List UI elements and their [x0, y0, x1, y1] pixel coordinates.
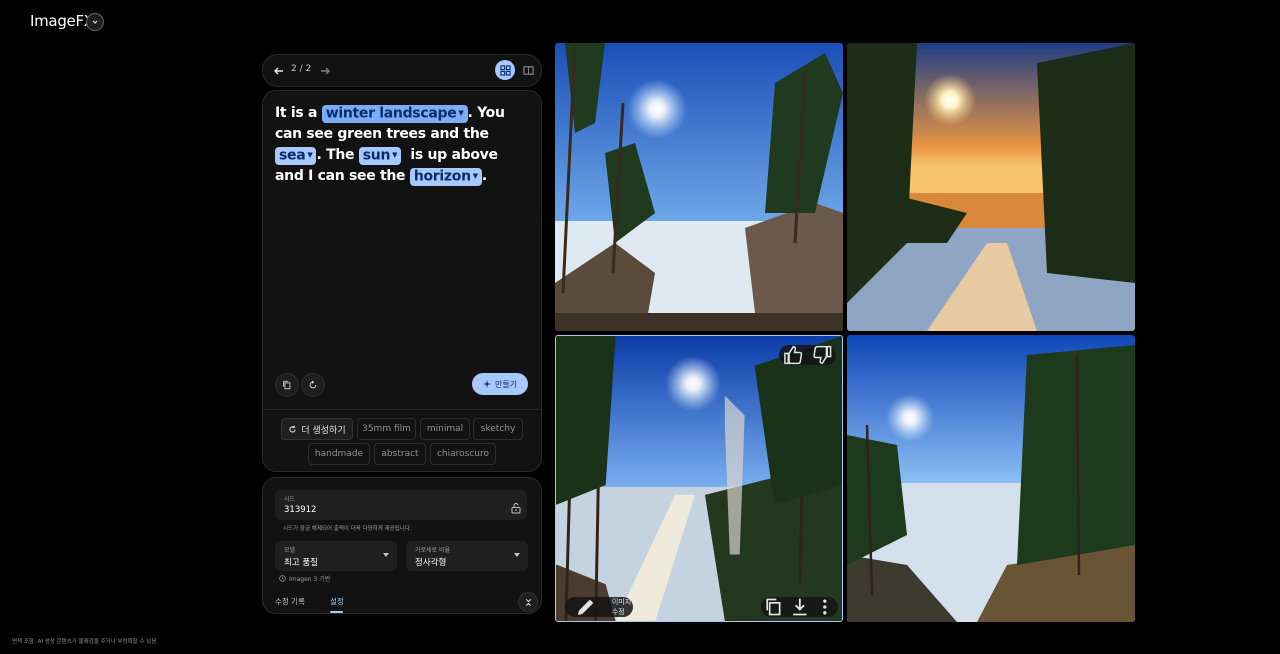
more-vert-icon[interactable]: [812, 597, 838, 617]
thumb-up-icon[interactable]: [779, 345, 808, 365]
tab-edit-history[interactable]: 수정 기록: [275, 596, 305, 607]
aspect-ratio-value: 정사각형: [415, 558, 447, 568]
frozen-bay-image: [847, 335, 1135, 622]
reset-icon: [309, 380, 317, 389]
app-title: ImageFX: [30, 12, 94, 30]
dropdown-arrow-icon: [514, 553, 520, 557]
arrow-back-icon: [274, 67, 283, 75]
chevron-down-icon: ▼: [307, 150, 313, 159]
style-chip[interactable]: chiaroscuro: [430, 443, 496, 465]
grid-view-toggle[interactable]: [495, 60, 515, 80]
winter-sunset-image: [847, 43, 1135, 331]
model-select[interactable]: 모델 최고 품질: [275, 541, 397, 571]
forward-button[interactable]: [317, 63, 333, 79]
divider: [263, 409, 541, 410]
tab-settings[interactable]: 설정: [330, 596, 344, 607]
refresh-icon: [289, 425, 296, 433]
collapse-icon: [525, 598, 531, 606]
seed-field[interactable]: 시드 313912: [275, 490, 527, 520]
copy-icon: [283, 380, 291, 390]
arrow-forward-icon: [321, 67, 330, 75]
prompt-chip-label: winter landscape: [325, 105, 457, 121]
edit-image-label: 이미지 수정: [611, 598, 632, 616]
info-icon: [279, 575, 286, 582]
chevron-down-icon: ▼: [392, 150, 398, 159]
prompt-chip-label: sun: [362, 147, 391, 163]
back-button[interactable]: [271, 63, 287, 79]
generated-image-3[interactable]: 이미지 수정: [555, 335, 843, 622]
style-chip[interactable]: abstract: [374, 443, 426, 465]
generate-more-button[interactable]: 더 생성하기: [281, 418, 353, 440]
dropdown-arrow-icon: [383, 553, 389, 557]
prompt-chip-subject[interactable]: winter landscape ▼: [321, 104, 468, 123]
seed-label: 시드: [284, 496, 296, 503]
prompt-text-segment: .: [481, 168, 487, 184]
model-note: Imagen 3 기반: [279, 574, 330, 583]
sparkle-icon: [482, 380, 491, 388]
grid-view-icon: [499, 64, 511, 76]
copy-icon[interactable]: [761, 597, 787, 617]
model-value: 최고 품질: [284, 558, 318, 568]
generated-image-4[interactable]: [847, 335, 1135, 622]
app-menu-button[interactable]: [86, 13, 104, 31]
prompt-editor[interactable]: It is a winter landscape ▼. You can see g…: [275, 103, 530, 187]
seed-lock-button[interactable]: [510, 499, 522, 514]
prompt-chip-label: sea: [279, 147, 306, 163]
style-chip[interactable]: sketchy: [473, 418, 523, 440]
style-chip[interactable]: 35mm film: [357, 418, 416, 440]
thumb-down-icon[interactable]: [808, 345, 837, 365]
prompt-chip-sun[interactable]: sun ▼: [358, 146, 402, 165]
prompt-panel: It is a winter landscape ▼. You can see g…: [262, 90, 542, 472]
seed-value[interactable]: 313912: [284, 505, 316, 515]
chevron-down-icon: [92, 20, 98, 24]
image-actions: [761, 597, 838, 617]
model-label: 모델: [284, 547, 296, 554]
pencil-icon: [577, 599, 594, 615]
copy-prompt-button[interactable]: [275, 373, 299, 397]
prompt-chip-horizon[interactable]: horizon ▼: [409, 167, 482, 186]
aspect-ratio-label: 가로세로 비율: [415, 547, 451, 554]
reset-prompt-button[interactable]: [301, 373, 325, 397]
download-icon[interactable]: [787, 597, 813, 617]
prompt-chip-label: horizon: [413, 168, 471, 184]
chevron-down-icon: ▼: [472, 171, 478, 180]
collapse-button[interactable]: [518, 592, 538, 612]
aspect-ratio-select[interactable]: 가로세로 비율 정사각형: [406, 541, 528, 571]
single-view-toggle[interactable]: [519, 61, 537, 79]
chevron-down-icon: ▼: [458, 108, 464, 117]
prompt-chip-sea[interactable]: sea ▼: [275, 146, 317, 165]
prompt-text-segment: It is a: [275, 105, 322, 121]
disclaimer-text: 면책 조항: AI 생성 콘텐츠가 불쾌감을 주거나 부정확할 수 있음: [12, 639, 157, 645]
edit-image-button[interactable]: 이미지 수정: [565, 597, 633, 617]
winter-landscape-image: [555, 43, 843, 331]
active-tab-indicator: [330, 611, 343, 613]
settings-panel: 시드 313912 시드가 잠금 해제되어 출력이 더욱 다양하게 제공됩니다.…: [262, 477, 542, 614]
prompt-text-segment: . The: [316, 147, 359, 163]
style-chip[interactable]: handmade: [308, 443, 370, 465]
seed-help-text: 시드가 잠금 해제되어 출력이 더욱 다양하게 제공됩니다.: [283, 526, 412, 532]
style-chip[interactable]: minimal: [420, 418, 470, 440]
result-nav-bar: 2 / 2: [262, 54, 542, 87]
single-view-icon: [522, 65, 534, 75]
create-button[interactable]: 만들기: [472, 373, 528, 395]
coastal-forest-image: [556, 336, 842, 621]
generate-more-label: 더 생성하기: [301, 425, 346, 436]
model-note-text: Imagen 3 기반: [289, 576, 331, 583]
feedback-pill: [779, 345, 836, 365]
generated-image-1[interactable]: [555, 43, 843, 331]
create-button-label: 만들기: [494, 379, 518, 389]
lock-open-icon: [511, 503, 521, 514]
generated-image-2[interactable]: [847, 43, 1135, 331]
result-counter: 2 / 2: [291, 64, 312, 74]
